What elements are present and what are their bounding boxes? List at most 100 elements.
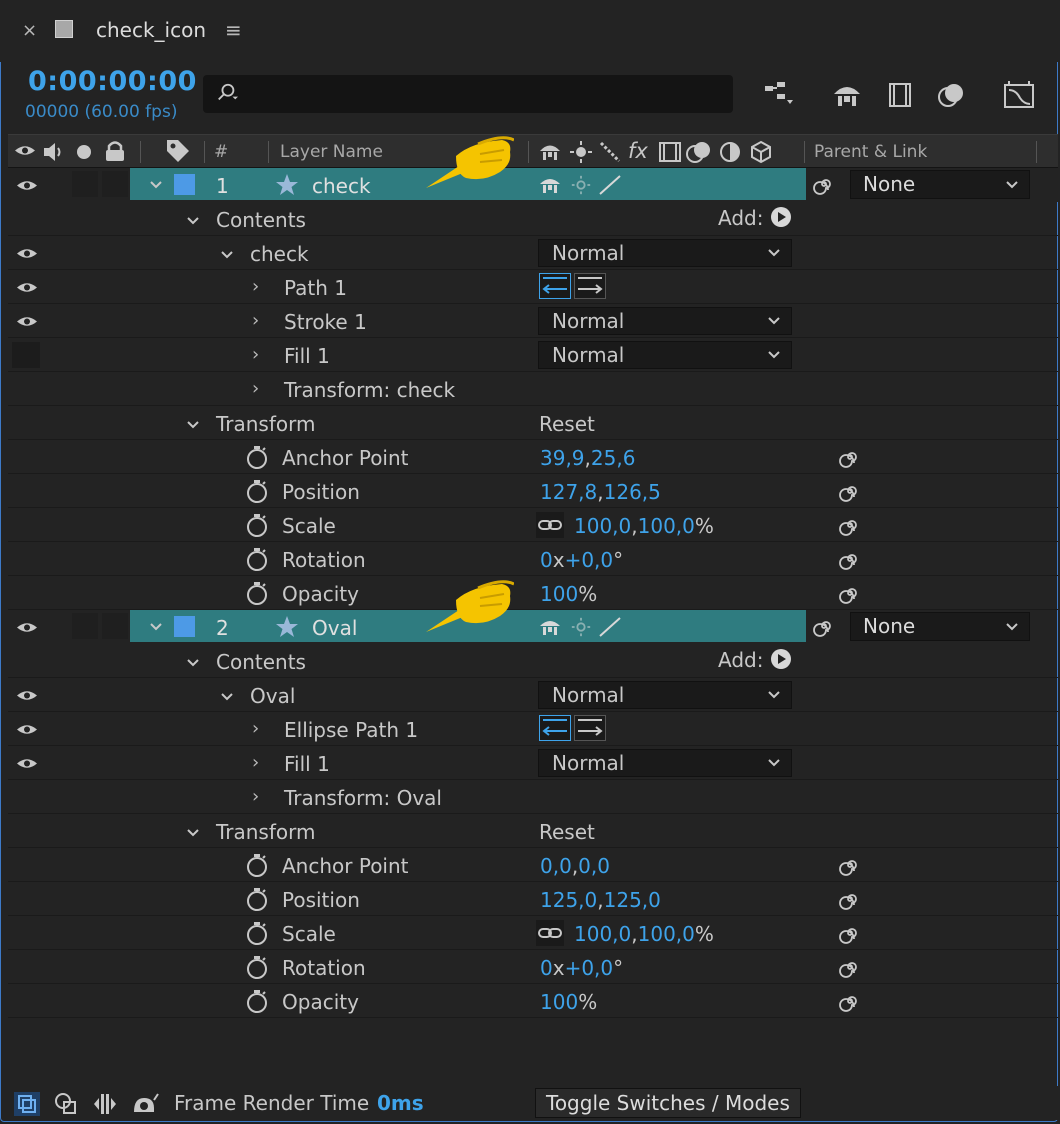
shy-switch-icon[interactable] [538,616,562,638]
expression-pick-whip-icon[interactable] [838,955,862,979]
ellipse-path-name[interactable]: Ellipse Path 1 [284,718,418,742]
rotation-degrees[interactable]: +0,0 [565,956,614,980]
path-name[interactable]: Path 1 [284,276,347,300]
label-tag-icon[interactable] [165,138,191,164]
property-value-y[interactable]: 125,0 [604,888,661,912]
property-value-y[interactable]: 0,0 [578,854,610,878]
fill-name[interactable]: Fill 1 [284,344,330,368]
chevron-right-icon[interactable]: › [252,344,259,365]
fill-name[interactable]: Fill 1 [284,752,330,776]
fill-visibility-toggle-off[interactable] [12,342,40,368]
path-direction-normal-icon[interactable] [574,273,606,299]
chevron-right-icon[interactable]: › [252,276,259,297]
group-visibility-eye-icon[interactable] [16,247,38,260]
frame-blending-icon[interactable] [884,80,918,110]
property-value-x[interactable]: 100,0 [574,514,631,538]
ellipse-path-row[interactable]: › Ellipse Path 1 [8,712,1058,746]
path-direction-reverse-icon[interactable] [539,273,571,299]
continuous-rasterize-icon[interactable] [570,616,592,638]
lock-icon[interactable] [104,139,126,163]
contents-row[interactable]: Contents Add: [8,644,1058,678]
expression-pick-whip-icon[interactable] [838,581,862,605]
chevron-right-icon[interactable]: › [252,310,259,331]
layer-switches-pane-icon[interactable] [14,1092,40,1116]
property-value-x[interactable]: 0,0 [540,854,572,878]
add-play-icon[interactable] [770,206,792,228]
video-visibility-icon[interactable] [14,144,36,157]
label-color-swatch[interactable] [174,174,195,195]
group-row-oval[interactable]: Oval Normal [8,678,1058,712]
chevron-down-icon[interactable] [186,656,200,670]
expression-pick-whip-icon[interactable] [838,989,862,1013]
panel-menu-button[interactable]: ≡ [225,18,242,42]
parent-dropdown[interactable]: None [850,170,1030,199]
expression-pick-whip-icon[interactable] [838,513,862,537]
blend-mode-dropdown[interactable]: Normal [538,681,792,709]
quality-switch-icon[interactable] [598,174,622,196]
rotation-revolutions[interactable]: 0 [540,956,553,980]
render-time-pane-icon[interactable] [130,1092,160,1116]
shy-layers-icon[interactable] [830,80,864,110]
stopwatch-icon[interactable] [246,887,268,911]
continuous-rasterize-icon[interactable] [570,174,592,196]
contents-row[interactable]: Contents Add: [8,202,1058,236]
stopwatch-icon[interactable] [246,445,268,469]
stopwatch-icon[interactable] [246,547,268,571]
chevron-right-icon[interactable]: › [252,752,259,773]
in-out-duration-pane-icon[interactable] [92,1092,118,1116]
chevron-right-icon[interactable]: › [252,786,259,807]
blend-mode-dropdown[interactable]: Normal [538,307,792,335]
layer-name[interactable]: check [312,174,371,198]
label-color-swatch[interactable] [174,616,195,637]
tab-title[interactable]: check_icon [96,18,206,42]
layer-visibility-eye-icon[interactable] [16,179,38,192]
path-visibility-eye-icon[interactable] [16,723,38,736]
reset-link[interactable]: Reset [539,412,595,436]
stroke-visibility-eye-icon[interactable] [16,315,38,328]
constrain-proportions-link-icon[interactable] [536,920,564,946]
path-direction-normal-icon[interactable] [574,715,606,741]
expression-pick-whip-icon[interactable] [838,921,862,945]
transform-row[interactable]: Transform Reset [8,406,1058,440]
opacity-value[interactable]: 100 [540,990,578,1014]
group-name[interactable]: check [250,242,309,266]
stopwatch-icon[interactable] [246,989,268,1013]
stopwatch-icon[interactable] [246,581,268,605]
property-value-x[interactable]: 125,0 [540,888,597,912]
current-time-display[interactable]: 0:00:00:00 [28,66,197,97]
property-value-y[interactable]: 25,6 [591,446,636,470]
reset-link[interactable]: Reset [539,820,595,844]
lock-switch[interactable] [102,171,128,197]
transform-row[interactable]: Transform Reset [8,814,1058,848]
search-field[interactable] [203,75,733,113]
add-play-icon[interactable] [770,648,792,670]
solo-icon[interactable] [76,144,92,160]
layer-name[interactable]: Oval [312,616,357,640]
chevron-right-icon[interactable]: › [252,718,259,739]
group-row-check[interactable]: check Normal [8,236,1058,270]
lock-switch[interactable] [102,613,128,639]
stopwatch-icon[interactable] [246,479,268,503]
layer-visibility-eye-icon[interactable] [16,621,38,634]
expression-pick-whip-icon[interactable] [838,887,862,911]
search-icon[interactable] [216,82,238,104]
stopwatch-icon[interactable] [246,853,268,877]
toggle-switches-modes-button[interactable]: Toggle Switches / Modes [535,1088,801,1118]
constrain-proportions-link-icon[interactable] [536,512,564,538]
parent-dropdown[interactable]: None [850,612,1030,641]
blend-mode-dropdown[interactable]: Normal [538,749,792,777]
group-transform-name[interactable]: Transform: Oval [284,786,442,810]
property-value-y[interactable]: 100,0 [638,514,695,538]
close-tab-button[interactable]: × [22,20,37,41]
chevron-down-icon[interactable] [186,214,200,228]
layer-row-oval[interactable]: 2 Oval None [8,610,1058,644]
transfer-controls-pane-icon[interactable] [54,1092,78,1116]
property-value-x[interactable]: 127,8 [540,480,597,504]
group-name[interactable]: Oval [250,684,295,708]
fill-row[interactable]: › Fill 1 Normal [8,338,1058,372]
fill-visibility-eye-icon[interactable] [16,757,38,770]
motion-blur-icon[interactable] [936,80,970,110]
property-value-y[interactable]: 126,5 [604,480,661,504]
property-value-y[interactable]: 100,0 [638,922,695,946]
group-transform-row[interactable]: › Transform: Oval [8,780,1058,814]
